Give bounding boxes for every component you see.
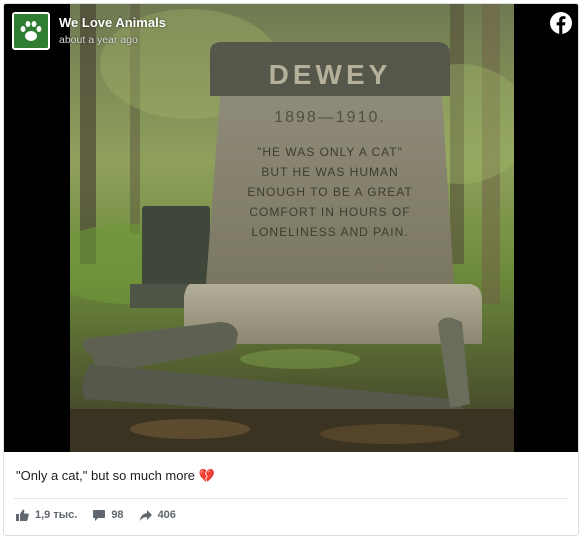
page-meta: We Love Animals about a year ago [59, 15, 166, 47]
headstone-line-4: COMFORT IN HOURS OF [249, 205, 410, 219]
page-name[interactable]: We Love Animals [59, 15, 166, 31]
post-card: DEWEY 1898—1910. "HE WAS ONLY A CAT" BUT… [3, 3, 579, 536]
thumbs-up-icon [16, 509, 29, 521]
comments-stat[interactable]: 98 [93, 509, 124, 521]
shares-count: 406 [157, 509, 176, 521]
headstone-line-5: LONELINESS AND PAIN. [251, 225, 408, 239]
likes-stat[interactable]: 1,9 тыс. [16, 509, 77, 521]
facebook-icon[interactable] [550, 12, 572, 34]
post-media[interactable]: DEWEY 1898—1910. "HE WAS ONLY A CAT" BUT… [4, 4, 578, 452]
comments-count: 98 [111, 509, 124, 521]
post-timestamp[interactable]: about a year ago [59, 33, 166, 47]
paw-icon [20, 21, 42, 41]
post-caption: "Only a cat," but so much more 💔 [16, 468, 215, 483]
share-arrow-icon [139, 509, 152, 521]
page-avatar[interactable] [12, 12, 50, 50]
headstone-years: 1898—1910. [274, 109, 386, 126]
comment-icon [93, 509, 106, 521]
post-stats: 1,9 тыс. 98 406 [16, 509, 192, 521]
headstone-photo: DEWEY 1898—1910. "HE WAS ONLY A CAT" BUT… [70, 4, 514, 452]
divider [14, 498, 568, 499]
post-header: We Love Animals about a year ago [12, 12, 166, 56]
likes-count: 1,9 тыс. [35, 509, 78, 521]
shares-stat[interactable]: 406 [139, 509, 176, 521]
headstone-line-1: "HE WAS ONLY A CAT" [257, 145, 403, 159]
headstone-name: DEWEY [269, 59, 392, 90]
headstone-line-2: BUT HE WAS HUMAN [261, 165, 398, 179]
headstone-line-3: ENOUGH TO BE A GREAT [247, 185, 412, 199]
